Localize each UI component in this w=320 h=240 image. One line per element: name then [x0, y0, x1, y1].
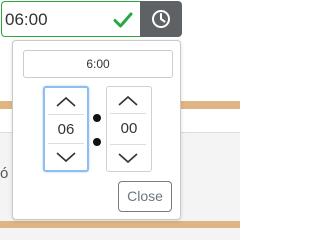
- minutes-value: 00: [120, 120, 138, 137]
- time-input[interactable]: 06:00: [1, 1, 141, 37]
- hours-spinner[interactable]: 06: [43, 86, 89, 172]
- time-picker-popover: 6:00 06 00 Close: [12, 40, 181, 220]
- time-separator-dot-top: [93, 114, 101, 122]
- chevron-up-icon: [56, 96, 76, 107]
- background-strip-bottom: [0, 221, 240, 228]
- time-separator-dot-bottom: [93, 138, 101, 146]
- checkmark-icon: [113, 12, 133, 28]
- chevron-up-icon: [118, 95, 138, 106]
- chevron-down-icon: [56, 151, 76, 162]
- minutes-spinner[interactable]: 00: [106, 86, 152, 172]
- hours-value: 06: [57, 121, 75, 138]
- minutes-decrement-button[interactable]: [110, 144, 146, 170]
- clock-icon: [152, 10, 170, 28]
- background-partial-glyph: ó: [0, 165, 9, 182]
- time-input-value: 06:00: [5, 10, 48, 29]
- close-button[interactable]: Close: [118, 181, 172, 212]
- chevron-down-icon: [118, 152, 138, 163]
- hours-increment-button[interactable]: [48, 89, 84, 115]
- clock-button[interactable]: [140, 1, 182, 37]
- minutes-increment-button[interactable]: [110, 88, 146, 114]
- hours-decrement-button[interactable]: [48, 143, 84, 169]
- time-preview: 6:00: [23, 50, 173, 78]
